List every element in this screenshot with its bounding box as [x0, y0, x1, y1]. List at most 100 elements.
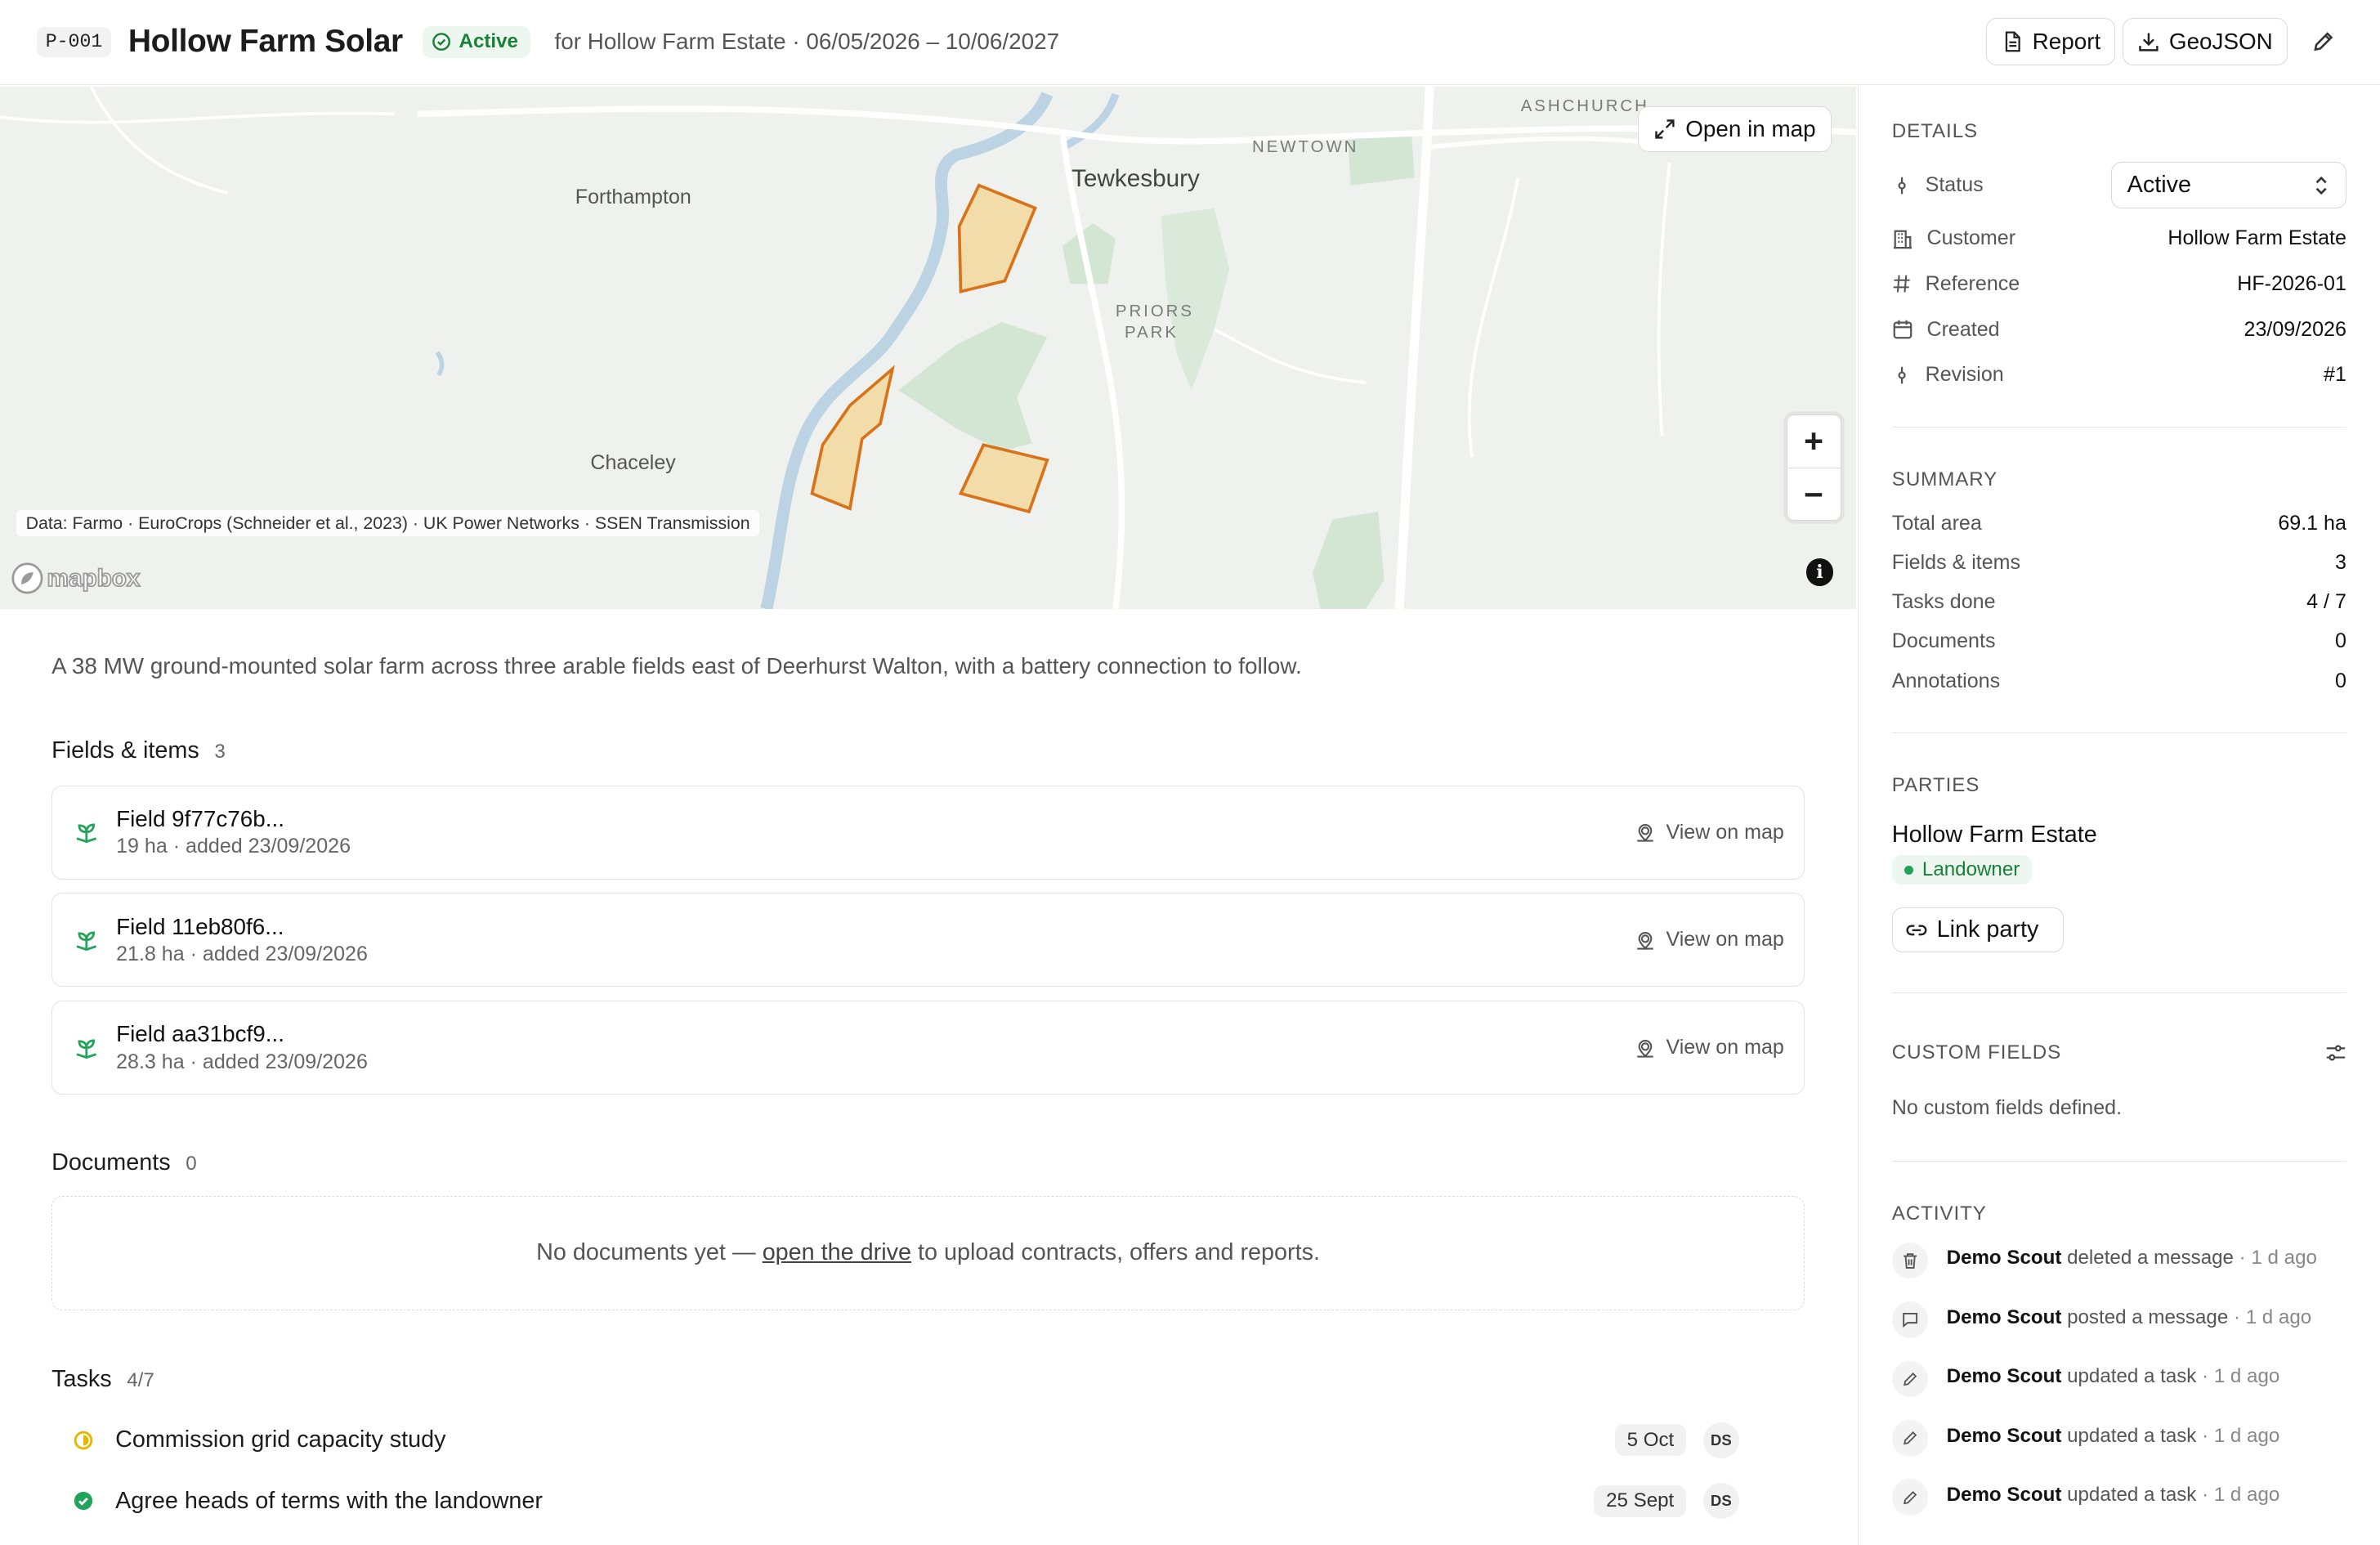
customer-label: Customer	[1926, 226, 2016, 250]
reference-label: Reference	[1925, 271, 2020, 295]
activity-time: · 1 d ago	[2233, 1305, 2312, 1328]
zoom-out-button[interactable]: −	[1787, 468, 1841, 522]
open-in-map-button[interactable]: Open in map	[1637, 105, 1832, 152]
zoom-in-button[interactable]: +	[1787, 415, 1841, 468]
field-meta: 28.3 ha · added 23/09/2026	[116, 1050, 368, 1074]
map-pin-icon	[1636, 932, 1653, 950]
document-icon	[2005, 31, 2020, 52]
summary-row: Total area 69.1 ha	[1892, 504, 2346, 543]
status-select[interactable]: Active	[2111, 161, 2346, 209]
activity-action: posted a message	[2067, 1305, 2229, 1328]
details-heading: DETAILS	[1891, 119, 1979, 142]
documents-empty-state: No documents yet — open the drive to upl…	[51, 1196, 1805, 1310]
map-area-label: ASHCHURCH	[1520, 96, 1649, 115]
fields-count: 3	[214, 740, 226, 763]
view-on-map-button[interactable]: View on map	[1635, 821, 1784, 844]
task-row[interactable]: Commission grid capacity study 5 Oct DS	[51, 1410, 1805, 1471]
done-check-icon	[74, 1491, 93, 1511]
road	[1059, 132, 1125, 609]
pencil-icon	[1903, 1372, 1917, 1386]
custom-fields-empty: No custom fields defined.	[1891, 1096, 2123, 1120]
zoom-controls: + −	[1786, 414, 1841, 522]
sprout-icon	[76, 931, 97, 952]
task-row[interactable]: Agree heads of terms with the landowner …	[51, 1471, 1805, 1531]
documents-count: 0	[186, 1153, 197, 1176]
header-actions: Report GeoJSON	[1985, 18, 2342, 65]
map-info-icon[interactable]: i	[1805, 558, 1834, 586]
edit-button[interactable]	[2306, 24, 2342, 60]
status-badge: Active	[422, 25, 530, 59]
check-circle-icon	[432, 33, 451, 52]
activity-time: · 1 d ago	[2202, 1483, 2280, 1506]
parties-heading: PARTIES	[1891, 774, 1980, 797]
settings-sliders-icon[interactable]	[2325, 1042, 2346, 1064]
road	[0, 111, 395, 124]
created-row: Created 23/09/2026	[1892, 307, 2346, 352]
link-party-label: Link party	[1936, 916, 2039, 943]
project-subtitle: for Hollow Farm Estate · 06/05/2026 – 10…	[554, 29, 1060, 55]
open-drive-link[interactable]: open the drive	[763, 1239, 911, 1266]
summary-value: 0	[2334, 669, 2346, 692]
view-on-map-label: View on map	[1666, 820, 1784, 844]
view-on-map-label: View on map	[1666, 928, 1784, 952]
created-label: Created	[1926, 317, 2000, 341]
status-badge-label: Active	[459, 30, 518, 53]
field-card[interactable]: Field 9f77c76b... 19 ha · added 23/09/20…	[51, 785, 1805, 880]
map-place-label: Tewkesbury	[1071, 165, 1200, 193]
field-boundary	[957, 183, 1037, 293]
woodland-area	[1161, 208, 1230, 391]
report-button-label: Report	[2032, 29, 2101, 55]
summary-label: Total area	[1891, 511, 1982, 535]
summary-value: 3	[2334, 550, 2346, 574]
activity-action: updated a task	[2067, 1483, 2197, 1506]
field-card[interactable]: Field aa31bcf9... 28.3 ha · added 23/09/…	[51, 1001, 1805, 1095]
project-id: P-001	[36, 26, 112, 58]
activity-list: Demo Scout deleted a message · 1 d ago D…	[1891, 1242, 2346, 1543]
message-icon	[1903, 1313, 1917, 1328]
summary-row: Annotations 0	[1892, 661, 2346, 701]
task-assignee-avatar: DS	[1702, 1482, 1740, 1520]
summary-value: 0	[2334, 629, 2346, 653]
activity-item: Demo Scout updated a task · 1 d ago	[1891, 1419, 2346, 1484]
activity-heading: ACTIVITY	[1891, 1202, 1987, 1225]
view-on-map-label: View on map	[1666, 1036, 1784, 1059]
road	[1213, 328, 1367, 384]
map-area-label: NEWTOWN	[1252, 137, 1359, 156]
task-due-date: 5 Oct	[1614, 1424, 1687, 1457]
party-role-wrap: Landowner	[1891, 853, 2346, 884]
mapbox-logo: mapbox	[11, 562, 141, 595]
party-role-badge: Landowner	[1891, 855, 2033, 884]
documents-section-title: Documents	[51, 1149, 171, 1176]
stream	[435, 351, 445, 377]
view-on-map-button[interactable]: View on map	[1635, 928, 1784, 952]
download-icon	[2139, 33, 2159, 52]
project-map[interactable]: Forthampton Tewkesbury Chaceley ASHCHURC…	[0, 86, 1857, 609]
status-row: Status Active	[1892, 161, 2346, 209]
mapbox-logo-icon	[11, 562, 43, 594]
map-place-label: Forthampton	[575, 185, 691, 208]
report-button[interactable]: Report	[1985, 18, 2115, 65]
summary-row: Documents 0	[1892, 622, 2346, 661]
map-pin-icon	[1636, 1039, 1653, 1058]
map-pin-icon	[1636, 824, 1653, 842]
link-party-button[interactable]: Link party	[1891, 907, 2064, 953]
summary-label: Fields & items	[1891, 550, 2021, 574]
summary-value: 69.1 ha	[2278, 511, 2346, 535]
tasks-list: Commission grid capacity study 5 Oct DS …	[51, 1410, 1805, 1532]
status-label: Status	[1925, 173, 1984, 197]
activity-user: Demo Scout	[1946, 1424, 2062, 1447]
pencil-icon	[1903, 1490, 1917, 1504]
geojson-download-button[interactable]: GeoJSON	[2123, 18, 2288, 65]
customer-value: Hollow Farm Estate	[2168, 226, 2346, 250]
chevron-up-down-icon	[2315, 176, 2327, 195]
summary-list: Total area 69.1 ha Fields & items 3 Tasks …	[1892, 504, 2346, 701]
task-name: Agree heads of terms with the landowner	[115, 1487, 543, 1514]
view-on-map-button[interactable]: View on map	[1635, 1036, 1784, 1059]
field-name: Field 11eb80f6...	[116, 913, 284, 939]
revision-value: #1	[2324, 363, 2346, 387]
main-content: A 38 MW ground-mounted solar farm across…	[51, 609, 1805, 1532]
field-card[interactable]: Field 11eb80f6... 21.8 ha · added 23/09/…	[51, 893, 1805, 987]
pencil-icon	[2314, 32, 2333, 52]
summary-row: Fields & items 3	[1892, 543, 2346, 582]
activity-item: Demo Scout deleted a message · 1 d ago	[1891, 1242, 2346, 1305]
